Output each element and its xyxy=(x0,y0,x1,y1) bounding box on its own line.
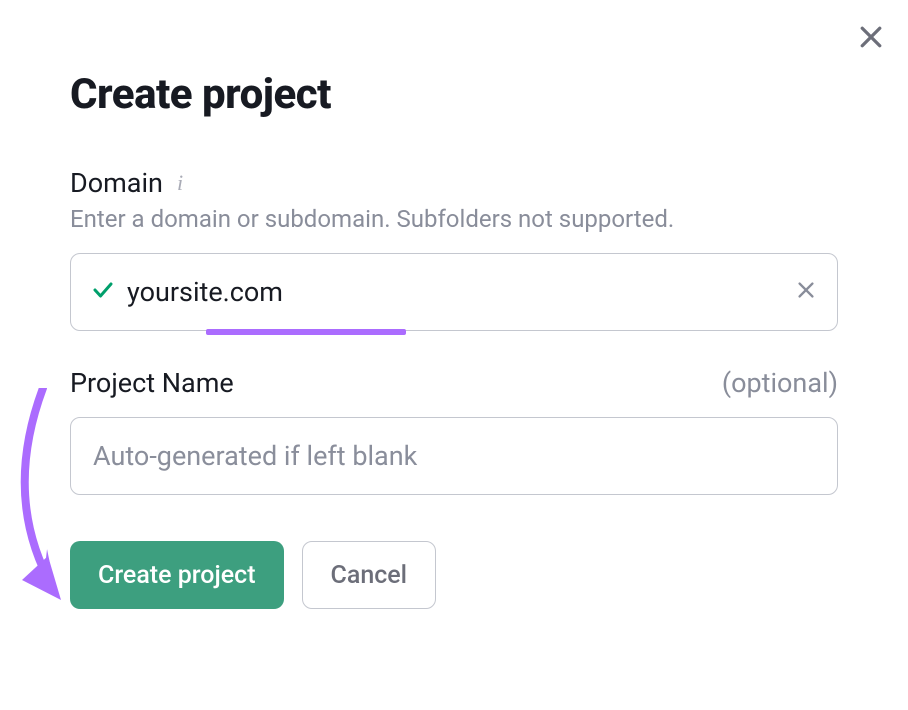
dialog-actions: Create project Cancel xyxy=(70,541,838,609)
domain-input-wrap xyxy=(70,253,838,331)
cancel-button[interactable]: Cancel xyxy=(302,541,437,609)
create-project-dialog: Create project Domain i Enter a domain o… xyxy=(0,0,908,649)
info-icon[interactable]: i xyxy=(175,172,185,194)
domain-label: Domain xyxy=(70,167,163,199)
optional-hint: (optional) xyxy=(722,367,838,399)
project-name-input[interactable] xyxy=(93,440,815,472)
dialog-title: Create project xyxy=(70,70,838,119)
domain-help-text: Enter a domain or subdomain. Subfolders … xyxy=(70,205,838,233)
checkmark-icon xyxy=(91,278,115,306)
annotation-underline xyxy=(206,329,406,335)
clear-icon[interactable] xyxy=(795,279,817,305)
domain-input[interactable] xyxy=(127,276,781,308)
close-icon[interactable] xyxy=(856,22,886,52)
domain-label-row: Domain i xyxy=(70,167,838,199)
create-project-button[interactable]: Create project xyxy=(70,541,284,609)
project-name-label-row: Project Name (optional) xyxy=(70,367,838,399)
project-name-field-block: Project Name (optional) xyxy=(70,367,838,495)
project-name-label: Project Name xyxy=(70,367,234,399)
project-name-input-wrap xyxy=(70,417,838,495)
domain-field-block: Domain i Enter a domain or subdomain. Su… xyxy=(70,167,838,331)
